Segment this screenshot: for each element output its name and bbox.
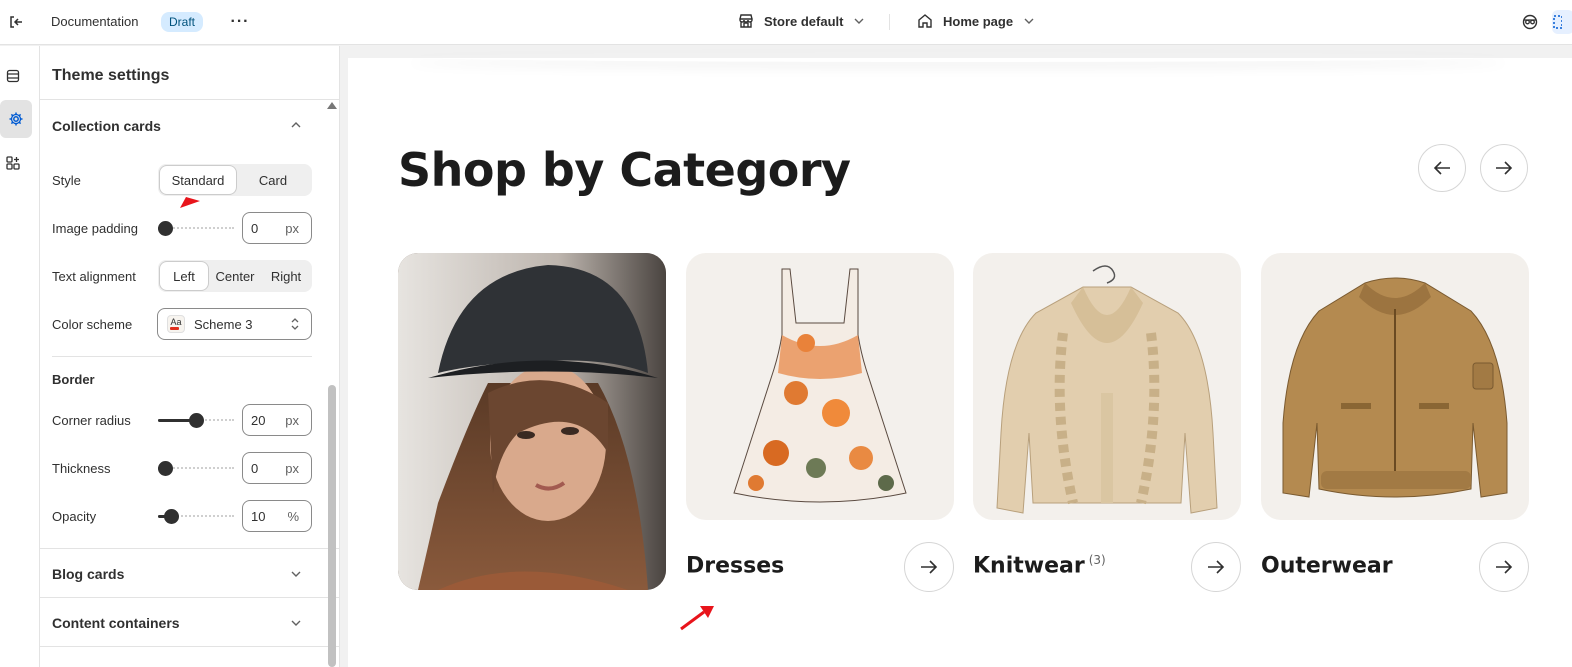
select-arrows-icon xyxy=(291,318,299,330)
blog-cards-heading[interactable]: Blog cards xyxy=(52,566,312,582)
collection-card-title[interactable]: Outerwear xyxy=(1261,553,1397,578)
opacity-value: 10 xyxy=(251,509,266,524)
apps-icon[interactable] xyxy=(2,152,24,174)
corner-radius-unit: px xyxy=(285,413,299,428)
arrow-left-icon xyxy=(1433,161,1450,175)
thickness-label: Thickness xyxy=(52,461,111,476)
collection-card-image[interactable] xyxy=(686,253,954,520)
carousel-next-button[interactable] xyxy=(1480,144,1528,192)
chevron-down-icon[interactable] xyxy=(290,568,302,580)
annotation-arrow-icon xyxy=(680,606,714,631)
panel-scrollbar[interactable] xyxy=(327,102,337,667)
alignment-option-center[interactable]: Center xyxy=(208,262,262,290)
image-padding-slider[interactable] xyxy=(158,221,234,236)
collection-card-title[interactable]: Dresses xyxy=(686,553,788,578)
slider-handle[interactable] xyxy=(188,413,204,428)
panel-title: Theme settings xyxy=(52,67,170,84)
thickness-value: 0 xyxy=(251,461,259,476)
arrow-right-icon xyxy=(1496,560,1513,574)
sections-icon[interactable] xyxy=(2,65,24,87)
text-alignment-segmented-control: Left Center Right xyxy=(158,260,312,292)
opacity-label: Opacity xyxy=(52,509,97,524)
opacity-input[interactable]: 10 % xyxy=(242,500,312,532)
image-padding-input[interactable]: 0 px xyxy=(242,212,312,244)
arrow-right-icon xyxy=(1496,161,1513,175)
collection-card-image[interactable] xyxy=(973,253,1241,520)
opacity-unit: % xyxy=(287,509,299,524)
slider-handle[interactable] xyxy=(158,461,173,476)
divider xyxy=(52,356,312,357)
thickness-unit: px xyxy=(285,461,299,476)
style-segmented-control: Standard Card xyxy=(158,164,312,196)
color-scheme-label: Color scheme xyxy=(52,317,133,332)
home-icon xyxy=(918,14,932,28)
carousel-prev-button[interactable] xyxy=(1418,144,1466,192)
image-padding-value: 0 xyxy=(251,221,259,236)
arrow-right-icon xyxy=(1208,560,1225,574)
color-scheme-swatch: Aa xyxy=(167,315,185,333)
image-padding-unit: px xyxy=(285,221,299,236)
scroll-up-icon[interactable] xyxy=(327,102,337,109)
divider xyxy=(40,646,339,647)
page-selector-label: Home page xyxy=(943,13,1014,29)
alignment-option-right[interactable]: Right xyxy=(262,262,310,290)
thickness-slider[interactable] xyxy=(158,461,234,476)
status-badge: Draft xyxy=(161,12,204,32)
opacity-slider[interactable] xyxy=(158,509,234,524)
collection-card-link-button[interactable] xyxy=(1479,542,1529,592)
border-heading: Border xyxy=(52,372,95,387)
product-count: (3) xyxy=(1088,553,1106,567)
text-alignment-label: Text alignment xyxy=(52,269,136,284)
color-scheme-select[interactable]: Aa Scheme 3 xyxy=(157,308,312,340)
store-selector[interactable]: Store default xyxy=(738,13,865,29)
theme-settings-panel: Theme settings Collection cards Style St… xyxy=(40,46,340,667)
document-title: Documentation xyxy=(51,14,139,29)
select-tool-icon[interactable] xyxy=(1552,10,1572,34)
collection-cards-heading[interactable]: Collection cards xyxy=(52,118,312,134)
color-scheme-value: Scheme 3 xyxy=(194,317,253,332)
corner-radius-value: 20 xyxy=(251,413,266,428)
collection-card-link-button[interactable] xyxy=(1191,542,1241,592)
header-shadow xyxy=(408,52,1508,62)
divider xyxy=(40,548,339,549)
collection-card-image[interactable] xyxy=(1261,253,1529,520)
slider-handle[interactable] xyxy=(158,221,173,236)
chevron-up-icon[interactable] xyxy=(290,119,302,131)
divider xyxy=(889,14,890,30)
section-title: Shop by Category xyxy=(398,143,851,197)
annotation-arrow-icon xyxy=(180,197,200,208)
store-icon xyxy=(739,14,753,28)
arrow-right-icon xyxy=(921,560,938,574)
style-label: Style xyxy=(52,173,81,188)
style-option-card[interactable]: Card xyxy=(236,166,310,194)
ellipsis-icon: ··· xyxy=(230,13,250,30)
top-bar: Documentation Draft ··· Store default Ho… xyxy=(0,0,1572,45)
more-actions-button[interactable]: ··· xyxy=(229,12,251,32)
divider xyxy=(40,597,339,598)
style-option-standard[interactable]: Standard xyxy=(160,166,236,194)
thickness-input[interactable]: 0 px xyxy=(242,452,312,484)
page-selector[interactable]: Home page xyxy=(917,13,1035,29)
exit-icon[interactable] xyxy=(6,12,26,32)
chevron-down-icon xyxy=(1024,18,1034,24)
corner-radius-input[interactable]: 20 px xyxy=(242,404,312,436)
chevron-down-icon xyxy=(854,18,864,24)
alignment-option-left[interactable]: Left xyxy=(160,262,208,290)
collection-card-link-button[interactable] xyxy=(904,542,954,592)
sidebar-rail xyxy=(0,46,40,667)
corner-radius-slider[interactable] xyxy=(158,413,234,428)
scrollbar-thumb[interactable] xyxy=(328,385,336,667)
store-preview: Shop by Category Dresses Knitwear (3) Ou… xyxy=(348,58,1572,667)
collection-card-title[interactable]: Knitwear (3) xyxy=(973,553,1106,578)
inspector-icon[interactable] xyxy=(1520,12,1540,32)
corner-radius-label: Corner radius xyxy=(52,413,131,428)
chevron-down-icon[interactable] xyxy=(290,617,302,629)
slider-handle[interactable] xyxy=(164,509,180,524)
image-padding-label: Image padding xyxy=(52,221,139,236)
theme-settings-icon[interactable] xyxy=(0,100,32,138)
store-selector-label: Store default xyxy=(764,13,844,29)
panel-header: Theme settings xyxy=(40,46,339,100)
content-containers-heading[interactable]: Content containers xyxy=(52,615,312,631)
promo-image[interactable] xyxy=(398,253,666,590)
